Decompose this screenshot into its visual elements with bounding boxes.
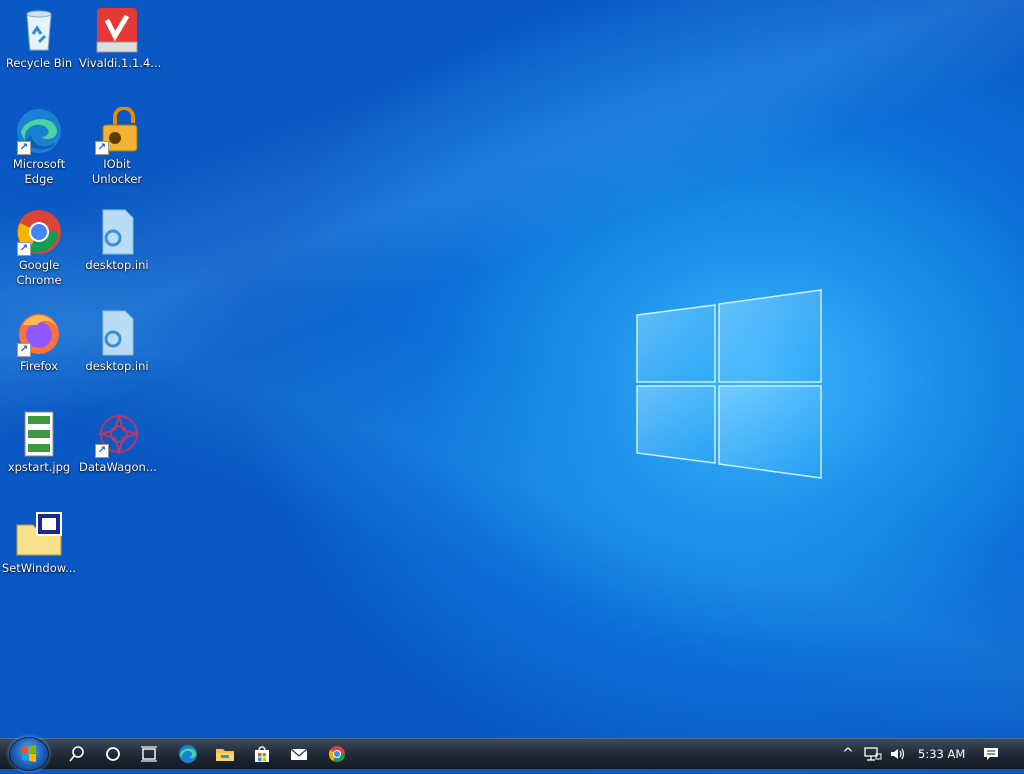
cortana-icon: [106, 747, 120, 761]
show-hidden-icons-button[interactable]: ^: [836, 742, 860, 766]
shortcut-arrow-icon: ↗: [17, 141, 31, 155]
search-icon: [69, 746, 84, 762]
chrome-icon: ↗: [15, 208, 63, 256]
recycle-bin-icon: [15, 6, 63, 54]
desktop-icon-desktop-ini-1[interactable]: desktop.ini: [79, 208, 155, 273]
image-file-icon: [15, 410, 63, 458]
desktop-icon-recycle-bin[interactable]: Recycle Bin: [1, 6, 77, 71]
desktop-icon-vivaldi-installer[interactable]: Vivaldi.1.1.4...: [79, 6, 161, 71]
store-icon: [255, 746, 269, 762]
shortcut-arrow-icon: ↗: [95, 141, 109, 155]
cortana-button[interactable]: [99, 742, 127, 766]
taskbar-file-explorer[interactable]: [211, 742, 239, 766]
chevron-up-icon: ^: [842, 746, 854, 762]
desktop-icon-microsoft-edge[interactable]: ↗ Microsoft Edge: [1, 107, 77, 187]
notification-icon: [984, 748, 998, 760]
windows-logo-wallpaper: [636, 289, 822, 479]
mail-icon: [290, 748, 308, 760]
desktop-icon-firefox[interactable]: ↗ Firefox: [1, 309, 77, 374]
taskbar-mail[interactable]: [285, 742, 313, 766]
firefox-icon: ↗: [15, 309, 63, 357]
network-icon: [864, 747, 882, 761]
iobit-unlocker-icon: ↗: [93, 106, 141, 155]
clock[interactable]: 5:33 AM: [918, 747, 965, 761]
desktop-icon-desktop-ini-2[interactable]: desktop.ini: [79, 309, 155, 374]
speaker-icon: [891, 748, 905, 760]
start-button[interactable]: [9, 737, 49, 771]
folder-app-icon: [15, 511, 63, 559]
volume-button[interactable]: [886, 742, 910, 766]
taskbar-edge[interactable]: [174, 742, 202, 766]
task-view-button[interactable]: [135, 742, 163, 766]
ini-file-icon: [93, 208, 141, 256]
desktop-icon-datawagon[interactable]: ↗ DataWagon...: [79, 410, 157, 475]
taskbar: ^ 5:33 AM: [0, 737, 1024, 771]
taskbar-chrome[interactable]: [323, 742, 351, 766]
action-center-button[interactable]: [977, 742, 1005, 766]
search-button[interactable]: [63, 742, 91, 766]
chrome-icon: [328, 746, 346, 763]
desktop-icon-google-chrome[interactable]: ↗ Google Chrome: [1, 208, 77, 288]
edge-icon: [179, 745, 197, 763]
ini-file-icon: [93, 309, 141, 357]
desktop-icon-iobit-unlocker[interactable]: ↗ IObit Unlocker: [79, 106, 155, 187]
desktop-icon-xpstart-jpg[interactable]: xpstart.jpg: [1, 410, 77, 475]
network-button[interactable]: [860, 742, 886, 766]
shortcut-arrow-icon: ↗: [17, 343, 31, 357]
desktop: Recycle Bin ↗ Microsoft Edge ↗ Google Ch…: [0, 0, 1024, 738]
taskbar-store[interactable]: [248, 742, 276, 766]
desktop-icon-setwindow[interactable]: SetWindow...: [1, 511, 77, 576]
task-view-icon: [141, 746, 157, 762]
edge-icon: ↗: [15, 107, 63, 155]
shortcut-arrow-icon: ↗: [17, 242, 31, 256]
shortcut-arrow-icon: ↗: [95, 444, 109, 458]
file-explorer-icon: [216, 749, 234, 761]
datawagon-icon: ↗: [93, 410, 141, 458]
windows-flag-icon: [22, 745, 36, 762]
vivaldi-installer-icon: [93, 6, 141, 54]
